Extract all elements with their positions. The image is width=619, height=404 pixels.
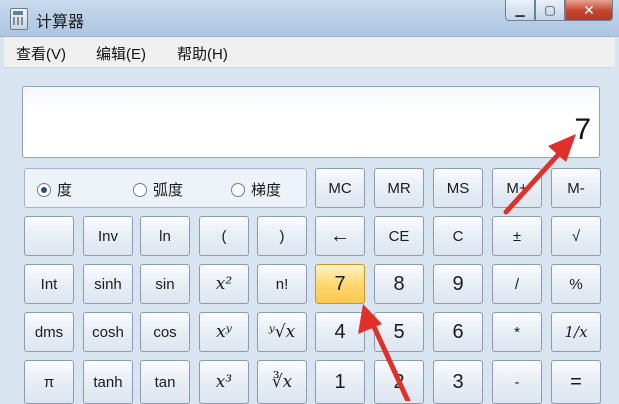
key-subtract[interactable]: - xyxy=(492,360,542,404)
radio-selected-icon xyxy=(37,182,51,197)
key-pi[interactable]: π xyxy=(24,360,74,404)
key-ms[interactable]: MS xyxy=(433,168,483,208)
key-cosh[interactable]: cosh xyxy=(83,312,133,352)
key-5[interactable]: 5 xyxy=(374,312,424,352)
radio-gradians[interactable]: 梯度 xyxy=(231,179,281,200)
maximize-button[interactable]: ▢ xyxy=(535,0,565,21)
key-close-paren[interactable]: ) xyxy=(257,216,307,256)
key-4[interactable]: 4 xyxy=(315,312,365,352)
key-plus-minus[interactable]: ± xyxy=(492,216,542,256)
window-controls: ▁ ▢ ✕ xyxy=(505,0,613,22)
key-multiply[interactable]: * xyxy=(492,312,542,352)
key-sin[interactable]: sin xyxy=(140,264,190,304)
key-x-squared[interactable]: x² xyxy=(199,264,249,304)
title-bar: 计算器 ▁ ▢ ✕ xyxy=(0,0,619,37)
radio-label: 弧度 xyxy=(153,182,184,199)
key-reciprocal[interactable]: 1/x xyxy=(551,312,601,352)
key-percent[interactable]: % xyxy=(551,264,601,304)
key-c[interactable]: C xyxy=(433,216,483,256)
key-6[interactable]: 6 xyxy=(433,312,483,352)
menu-help[interactable]: 帮助(H) xyxy=(177,43,228,64)
angle-unit-group: 度 弧度 梯度 xyxy=(24,168,307,208)
key-mc[interactable]: MC xyxy=(315,168,365,208)
radio-degrees[interactable]: 度 xyxy=(37,179,72,200)
key-2[interactable]: 2 xyxy=(374,360,424,404)
key-int[interactable]: Int xyxy=(24,264,74,304)
key-inv[interactable]: Inv xyxy=(83,216,133,256)
menu-view[interactable]: 查看(V) xyxy=(16,43,66,64)
key-ln[interactable]: ln xyxy=(140,216,190,256)
key-backspace[interactable]: ← xyxy=(315,216,365,256)
key-divide[interactable]: / xyxy=(492,264,542,304)
menu-bar: 查看(V) 编辑(E) 帮助(H) xyxy=(4,37,615,68)
key-sinh[interactable]: sinh xyxy=(83,264,133,304)
window-title: 计算器 xyxy=(36,14,85,31)
key-x-power-y[interactable]: xʸ xyxy=(199,312,249,352)
calculator-icon xyxy=(10,8,28,30)
radio-radians[interactable]: 弧度 xyxy=(133,179,183,200)
key-dms[interactable]: dms xyxy=(24,312,74,352)
close-icon: ✕ xyxy=(583,1,595,18)
key-open-paren[interactable]: ( xyxy=(199,216,249,256)
key-3[interactable]: 3 xyxy=(433,360,483,404)
key-m-minus[interactable]: M- xyxy=(551,168,601,208)
key-x-cubed[interactable]: x³ xyxy=(199,360,249,404)
key-7[interactable]: 7 xyxy=(315,264,365,304)
key-cos[interactable]: cos xyxy=(140,312,190,352)
display-value: 7 xyxy=(574,113,591,146)
radio-unselected-icon xyxy=(133,182,147,197)
key-1[interactable]: 1 xyxy=(315,360,365,404)
radio-label: 度 xyxy=(57,182,73,199)
close-button[interactable]: ✕ xyxy=(565,0,613,21)
minimize-icon: ▁ xyxy=(515,3,525,17)
key-factorial[interactable]: n! xyxy=(257,264,307,304)
key-tan[interactable]: tan xyxy=(140,360,190,404)
key-cube-root[interactable]: ∛x xyxy=(257,360,307,404)
key-ce[interactable]: CE xyxy=(374,216,424,256)
result-display: 7 xyxy=(22,86,600,158)
key-y-root-x[interactable]: ʸ√x xyxy=(257,312,307,352)
key-mr[interactable]: MR xyxy=(374,168,424,208)
key-tanh[interactable]: tanh xyxy=(83,360,133,404)
radio-unselected-icon xyxy=(231,182,245,197)
radio-label: 梯度 xyxy=(251,182,282,199)
key-9[interactable]: 9 xyxy=(433,264,483,304)
key-sqrt[interactable]: √ xyxy=(551,216,601,256)
key-m-plus[interactable]: M+ xyxy=(492,168,542,208)
key-blank[interactable] xyxy=(24,216,74,256)
menu-edit[interactable]: 编辑(E) xyxy=(96,43,146,64)
minimize-button[interactable]: ▁ xyxy=(505,0,535,21)
maximize-icon: ▢ xyxy=(544,3,556,17)
key-8[interactable]: 8 xyxy=(374,264,424,304)
key-equals[interactable]: = xyxy=(551,360,601,404)
